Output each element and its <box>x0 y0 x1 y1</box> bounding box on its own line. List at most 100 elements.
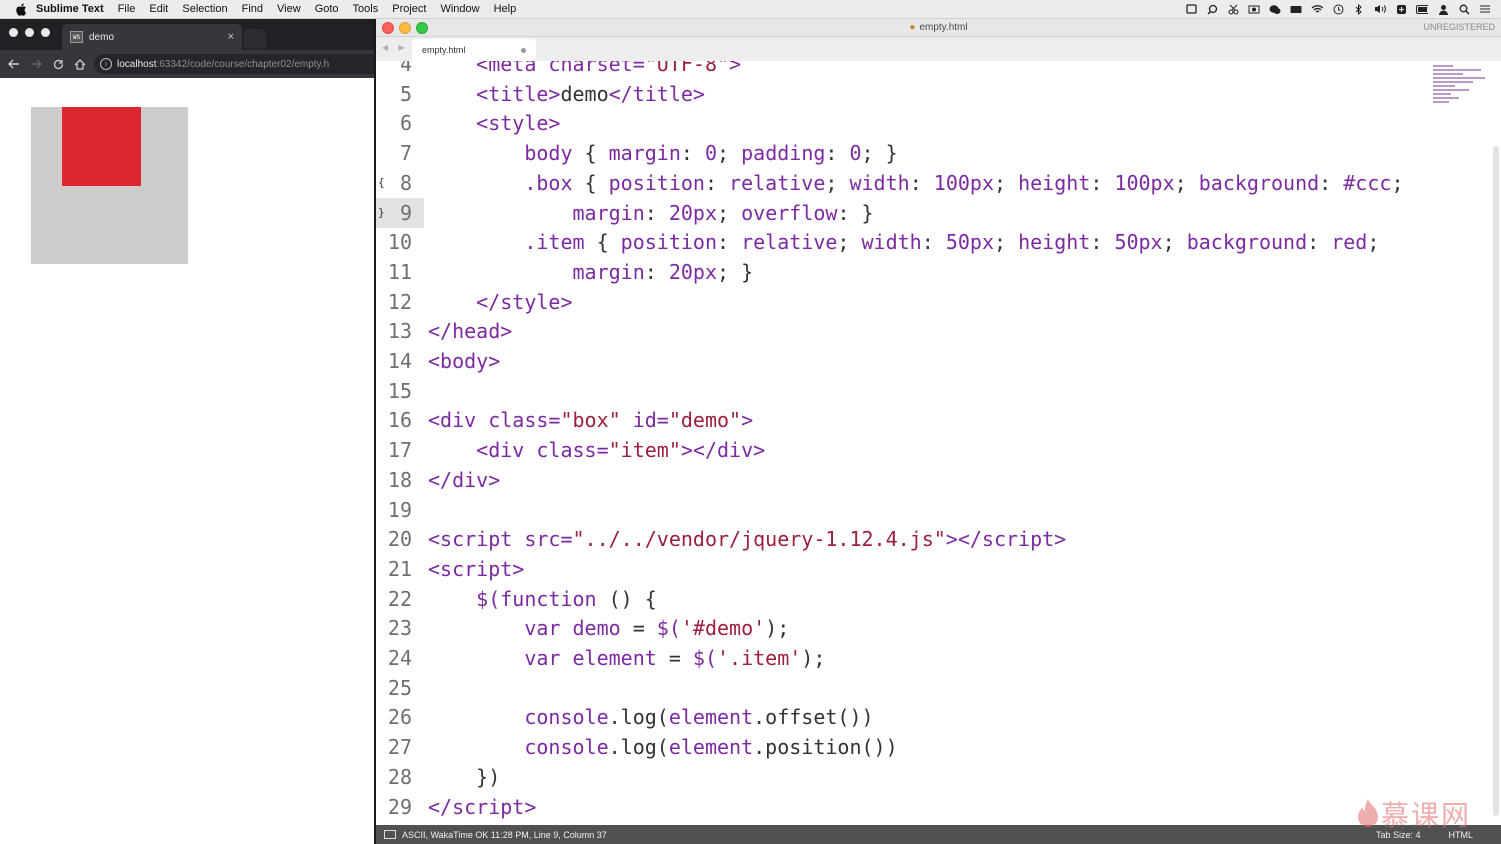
tab-modified-icon[interactable] <box>521 48 526 53</box>
code-text[interactable]: <script src="../../vendor/jquery-1.12.4.… <box>428 524 1066 554</box>
code-line-15[interactable]: 15 <box>376 376 1491 406</box>
code-line-17[interactable]: 17 <div class="item"></div> <box>376 435 1491 465</box>
line-number: 29 <box>387 794 412 819</box>
code-text[interactable]: var element = $('.item'); <box>428 643 825 673</box>
code-text[interactable]: var demo = $('#demo'); <box>428 613 789 643</box>
user-icon[interactable] <box>1437 4 1449 15</box>
code-text[interactable]: <div class="box" id="demo"> <box>428 405 753 435</box>
code-text[interactable]: .item { position: relative; width: 50px;… <box>428 227 1379 257</box>
zoom-window-button[interactable] <box>41 28 50 37</box>
menu-find[interactable]: Find <box>242 0 263 18</box>
code-line-9[interactable]: } 9 margin: 20px; overflow: } <box>376 197 1491 228</box>
home-icon[interactable] <box>72 56 88 72</box>
line-number: 27 <box>387 735 412 760</box>
code-text[interactable]: </head> <box>428 316 512 346</box>
code-text[interactable]: </style> <box>428 287 572 317</box>
tab-title: demo <box>89 31 115 43</box>
code-text[interactable]: .box { position: relative; width: 100px;… <box>428 168 1403 198</box>
spotlight-icon[interactable] <box>1458 4 1470 15</box>
volume-icon[interactable] <box>1374 4 1386 15</box>
menu-file[interactable]: File <box>118 0 136 18</box>
code-text[interactable]: margin: 20px; overflow: } <box>428 198 874 228</box>
new-tab-button[interactable] <box>244 29 266 49</box>
code-line-7[interactable]: 7 body { margin: 0; padding: 0; } <box>376 138 1491 168</box>
reload-icon[interactable] <box>50 56 66 72</box>
info-icon[interactable]: i <box>100 58 112 70</box>
code-text[interactable]: <title>demo</title> <box>428 79 705 109</box>
close-tab-icon[interactable]: × <box>228 31 234 43</box>
code-line-22[interactable]: 22 $(function () { <box>376 584 1491 614</box>
code-line-26[interactable]: 26 console.log(element.offset()) <box>376 702 1491 732</box>
line-number: 11 <box>387 259 412 284</box>
code-line-25[interactable]: 25 <box>376 673 1491 703</box>
back-icon[interactable] <box>6 56 22 72</box>
code-line-10[interactable]: 10 .item { position: relative; width: 50… <box>376 227 1491 257</box>
code-text[interactable]: </div> <box>428 465 500 495</box>
forward-icon[interactable] <box>28 56 44 72</box>
menu-view[interactable]: View <box>277 0 301 18</box>
code-line-16[interactable]: 16 <div class="box" id="demo"> <box>376 405 1491 435</box>
search-app-icon[interactable] <box>1206 4 1218 15</box>
code-line-8[interactable]: {8 .box { position: relative; width: 100… <box>376 168 1491 198</box>
code-line-21[interactable]: 21 <script> <box>376 554 1491 584</box>
code-text[interactable]: <body> <box>428 346 500 376</box>
sync-icon[interactable] <box>1395 4 1407 15</box>
battery-icon[interactable] <box>1416 4 1428 15</box>
address-bar[interactable]: i localhost :63342/code/course/chapter02… <box>94 54 376 74</box>
time-machine-icon[interactable] <box>1332 4 1344 15</box>
code-line-20[interactable]: 20 <script src="../../vendor/jquery-1.12.… <box>376 524 1491 554</box>
code-text[interactable]: console.log(element.offset()) <box>428 702 873 732</box>
code-text[interactable]: <style> <box>428 108 560 138</box>
menu-tools[interactable]: Tools <box>353 0 379 18</box>
code-text[interactable]: $(function () { <box>428 584 657 614</box>
notification-center-icon[interactable] <box>1479 4 1491 15</box>
menu-bar: Sublime Text File Edit Selection Find Vi… <box>0 0 1501 19</box>
menu-help[interactable]: Help <box>494 0 517 18</box>
code-line-12[interactable]: 12 </style> <box>376 287 1491 317</box>
code-text[interactable]: body { margin: 0; padding: 0; } <box>428 138 897 168</box>
editor-tab-empty-html[interactable]: empty.html <box>412 39 536 61</box>
wechat-icon[interactable] <box>1269 4 1281 15</box>
code-text[interactable]: </script> <box>428 792 536 822</box>
code-text[interactable]: <meta charset="UTF-8"> <box>428 61 741 79</box>
code-line-28[interactable]: 28 }) <box>376 762 1491 792</box>
code-line-29[interactable]: 29 </script> <box>376 792 1491 822</box>
panel-toggle-icon[interactable] <box>384 830 396 839</box>
scissors-icon[interactable] <box>1227 4 1239 15</box>
code-line-13[interactable]: 13 </head> <box>376 316 1491 346</box>
apple-icon[interactable] <box>14 2 28 16</box>
code-line-18[interactable]: 18 </div> <box>376 465 1491 495</box>
wifi-icon[interactable] <box>1311 4 1323 15</box>
code-text[interactable]: console.log(element.position()) <box>428 732 897 762</box>
tab-nav-arrows-icon[interactable]: ◀ ▶ <box>382 43 409 52</box>
menu-project[interactable]: Project <box>392 0 426 18</box>
code-line-4[interactable]: 4 <meta charset="UTF-8"> <box>376 61 1491 79</box>
code-text[interactable]: <script> <box>428 554 524 584</box>
line-number: 4 <box>399 61 412 76</box>
code-line-24[interactable]: 24 var element = $('.item'); <box>376 643 1491 673</box>
code-line-6[interactable]: 6 <style> <box>376 108 1491 138</box>
code-line-5[interactable]: 5 <title>demo</title> <box>376 79 1491 109</box>
code-editor[interactable]: 4 <meta charset="UTF-8"> 5 <title>demo</t… <box>376 61 1501 825</box>
camera-icon[interactable] <box>1248 4 1260 15</box>
code-line-27[interactable]: 27 console.log(element.position()) <box>376 732 1491 762</box>
code-text[interactable]: <div class="item"></div> <box>428 435 765 465</box>
vertical-scrollbar[interactable] <box>1493 146 1499 816</box>
close-window-button[interactable] <box>9 28 18 37</box>
browser-tab-demo[interactable]: WS demo × <box>62 24 242 50</box>
menu-window[interactable]: Window <box>440 0 479 18</box>
menu-goto[interactable]: Goto <box>315 0 339 18</box>
keyboard-icon[interactable] <box>1290 4 1302 15</box>
bluetooth-icon[interactable] <box>1353 3 1365 15</box>
screen-icon[interactable] <box>1185 4 1197 15</box>
menu-edit[interactable]: Edit <box>149 0 168 18</box>
menu-selection[interactable]: Selection <box>182 0 227 18</box>
menu-app-name[interactable]: Sublime Text <box>36 0 104 18</box>
code-line-11[interactable]: 11 margin: 20px; } <box>376 257 1491 287</box>
code-line-19[interactable]: 19 <box>376 495 1491 525</box>
minimize-window-button[interactable] <box>25 28 34 37</box>
code-text[interactable]: }) <box>428 762 500 792</box>
code-line-14[interactable]: 14 <body> <box>376 346 1491 376</box>
code-text[interactable]: margin: 20px; } <box>428 257 754 287</box>
code-line-23[interactable]: 23 var demo = $('#demo'); <box>376 613 1491 643</box>
